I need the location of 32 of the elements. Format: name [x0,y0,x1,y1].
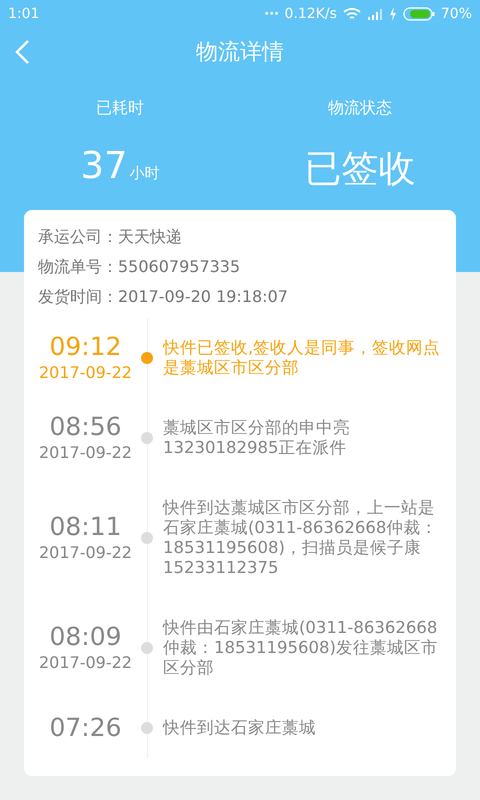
summary-value: 已签收 [304,146,416,192]
event-text: 快件已签收,签收人是同事，签收网点是藁城区市区分部 [163,338,442,378]
charging-icon [388,7,397,21]
clock-time: 1:01 [8,6,40,22]
event-time: 08:56 [49,412,122,442]
event-date: 2017-09-22 [39,542,132,564]
info-text: 承运公司：天天快递 [38,226,183,248]
battery-percent: 70% [440,6,472,22]
event-text: 快件到达石家庄藁城 [163,718,316,738]
summary-label: 物流状态 [328,98,392,119]
network-speed: 0.12K/s [284,6,337,22]
info-text: 物流单号：550607957335 [38,256,242,278]
summary-unit: 小时 [130,164,160,183]
event-time: 08:11 [49,512,122,542]
back-icon[interactable] [14,39,30,65]
battery-icon [402,7,435,21]
event-date: 2017-09-22 [39,442,132,464]
event-date: 2017-09-22 [39,652,132,674]
event-time: 07:26 [49,713,122,743]
wifi-icon [342,7,361,21]
event-text: 快件到达藁城区市区分部，上一站是石家庄藁城(0311-86362668仲裁：18531195608)，扫描员是候子康15233112375 [163,498,438,578]
event-text: 快件由石家庄藁城(0311-86362668仲裁：18531195608)发往藁城区市区分部 [163,618,439,678]
event-text: 藁城区市区分部的申中亮13230182985正在派件 [163,418,351,458]
page-title: 物流详情 [195,39,285,67]
event-time: 08:09 [49,622,122,652]
more-dots-icon: ••• [264,8,278,20]
event-date: 2017-09-22 [39,362,132,384]
event-time: 09:12 [49,332,122,362]
info-text: 发货时间：2017-09-20 19:18:07 [38,286,289,308]
summary-value: 37 [80,144,128,187]
signal-icon [366,8,383,20]
summary-label: 已耗时 [96,98,144,119]
